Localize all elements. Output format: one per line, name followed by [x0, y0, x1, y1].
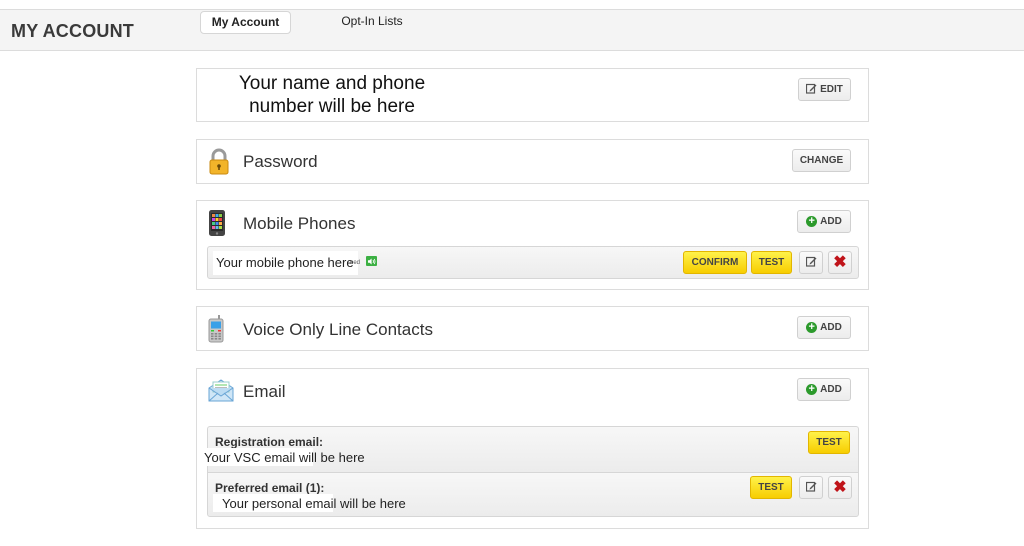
mobile-phone-suffix: ned: [350, 260, 361, 266]
test-mobile-button[interactable]: TEST: [751, 251, 792, 274]
delete-x-icon: ✖: [833, 478, 847, 496]
delete-x-icon: ✖: [833, 253, 847, 271]
edit-label: EDIT: [820, 84, 843, 95]
profile-phone-placeholder: number will be here: [249, 96, 415, 117]
sound-icon[interactable]: [366, 256, 377, 266]
edit-icon: [805, 256, 817, 270]
add-label: ADD: [820, 216, 842, 227]
registration-email-row: Registration email: Your VSC email will …: [204, 426, 859, 472]
top-bar: MY ACCOUNT My Account Opt-In Lists: [0, 9, 1024, 51]
test-registration-email-button[interactable]: TEST: [808, 431, 850, 454]
profile-name-placeholder: Your name and phone: [238, 73, 426, 94]
password-title: Password: [243, 152, 318, 171]
delete-mobile-button[interactable]: ✖: [828, 251, 852, 274]
mobile-phone-value: Your mobile phone here: [216, 255, 354, 270]
voice-only-title: Voice Only Line Contacts: [243, 320, 433, 339]
preferred-email-row: Preferred email (1): Your personal email…: [207, 472, 859, 517]
add-mobile-phone-button[interactable]: + ADD: [797, 210, 851, 233]
cellphone-icon: [207, 315, 231, 343]
registration-email-value: Your VSC email will be here: [204, 450, 365, 465]
plus-icon: +: [806, 384, 818, 395]
edit-icon: [805, 481, 817, 495]
edit-mobile-button[interactable]: [799, 251, 823, 274]
preferred-email-label: Preferred email (1):: [215, 481, 325, 495]
edit-icon: [806, 83, 817, 97]
email-panel: Email + ADD Registration email: Your VSC…: [196, 368, 869, 529]
voice-only-panel: Voice Only Line Contacts + ADD: [196, 306, 869, 351]
edit-profile-button[interactable]: EDIT: [798, 78, 851, 101]
page-title: MY ACCOUNT: [11, 21, 134, 41]
smartphone-icon: [207, 209, 231, 236]
add-label: ADD: [820, 322, 842, 333]
mobile-phones-panel: Mobile Phones + ADD Your mobile phone he…: [196, 200, 869, 290]
tab-opt-in-lists[interactable]: Opt-In Lists: [330, 11, 414, 34]
plus-icon: +: [806, 322, 818, 333]
change-password-button[interactable]: CHANGE: [792, 149, 851, 172]
tab-my-account[interactable]: My Account: [200, 11, 291, 34]
delete-preferred-email-button[interactable]: ✖: [828, 476, 852, 499]
envelope-icon: [207, 377, 235, 403]
padlock-icon: [207, 148, 231, 175]
add-email-button[interactable]: + ADD: [797, 378, 851, 401]
add-label: ADD: [820, 384, 842, 395]
edit-preferred-email-button[interactable]: [799, 476, 823, 499]
mobile-phone-row: Your mobile phone here ned CONFIRM TEST …: [207, 246, 859, 279]
add-voice-contact-button[interactable]: + ADD: [797, 316, 851, 339]
password-panel: Password CHANGE: [196, 139, 869, 184]
profile-panel: Your name and phone number will be here …: [196, 68, 869, 122]
preferred-email-value: Your personal email will be here: [222, 496, 406, 511]
confirm-mobile-button[interactable]: CONFIRM: [683, 251, 747, 274]
plus-icon: +: [806, 216, 818, 227]
test-preferred-email-button[interactable]: TEST: [750, 476, 792, 499]
mobile-phones-title: Mobile Phones: [243, 214, 356, 233]
registration-email-label: Registration email:: [215, 435, 324, 449]
email-title: Email: [243, 382, 286, 401]
